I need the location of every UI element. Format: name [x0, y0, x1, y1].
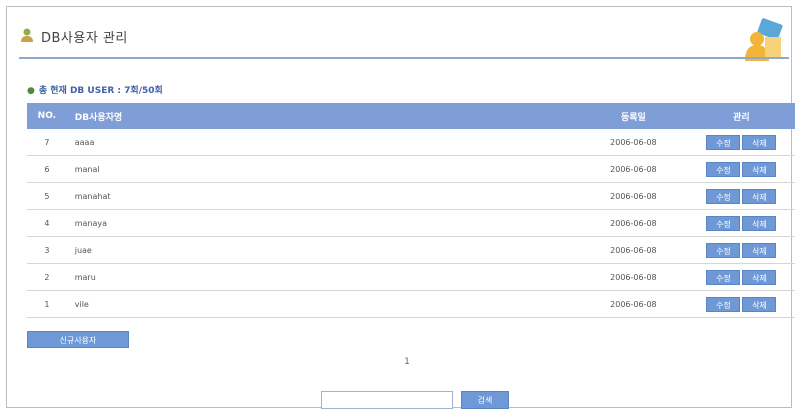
search-input[interactable] [321, 391, 453, 409]
row-user-name: vile [66, 290, 579, 318]
user-count-text: 총 현재 DB USER : 7회/50회 [38, 86, 163, 96]
table-row: 2 maru 2006-06-08 수정 삭제 [27, 263, 795, 291]
new-user-button[interactable]: 신규사용자 [27, 331, 129, 348]
row-date: 2006-06-08 [578, 290, 688, 318]
delete-button[interactable]: 삭제 [742, 242, 777, 258]
table-row: 3 juae 2006-06-08 수정 삭제 [27, 236, 795, 264]
row-actions: 수정 삭제 [687, 209, 795, 237]
row-actions: 수정 삭제 [687, 236, 795, 264]
row-user-name: manahat [66, 182, 579, 210]
edit-button[interactable]: 수정 [706, 188, 741, 204]
row-user-name: manal [66, 155, 579, 183]
title-divider [19, 57, 789, 59]
edit-button[interactable]: 수정 [706, 215, 741, 231]
row-no: 1 [27, 290, 67, 318]
search-button[interactable]: 검색 [461, 391, 509, 409]
row-date: 2006-06-08 [578, 236, 688, 264]
pagination-current-page[interactable]: 1 [397, 357, 417, 367]
row-user-name: juae [66, 236, 579, 264]
table-row: 4 manaya 2006-06-08 수정 삭제 [27, 209, 795, 237]
user-count-summary: ● 총 현재 DB USER : 7회/50회 [27, 83, 163, 96]
delete-button[interactable]: 삭제 [742, 188, 777, 204]
edit-button[interactable]: 수정 [706, 161, 741, 177]
row-date: 2006-06-08 [578, 129, 688, 156]
row-user-name: maru [66, 263, 579, 291]
delete-button[interactable]: 삭제 [742, 215, 777, 231]
row-no: 5 [27, 182, 67, 210]
delete-button[interactable]: 삭제 [742, 296, 777, 312]
bullet-icon: ● [27, 86, 35, 96]
table-row: 5 manahat 2006-06-08 수정 삭제 [27, 182, 795, 210]
table-row: 6 manal 2006-06-08 수정 삭제 [27, 155, 795, 183]
user-card-illustration-icon [745, 18, 783, 61]
db-user-table: NO. DB사용자명 등록일 관리 7 aaaa 2006-06-08 수정 삭제… [27, 103, 795, 318]
row-date: 2006-06-08 [578, 155, 688, 183]
delete-button[interactable]: 삭제 [742, 134, 777, 150]
row-actions: 수정 삭제 [687, 129, 795, 156]
row-date: 2006-06-08 [578, 182, 688, 210]
column-header-actions: 관리 [687, 103, 795, 129]
row-no: 2 [27, 263, 67, 291]
table-row: 1 vile 2006-06-08 수정 삭제 [27, 290, 795, 318]
row-no: 3 [27, 236, 67, 264]
page-frame: DB사용자 관리 ● 총 현재 DB USER : 7회/50회 NO. DB사용… [6, 6, 795, 409]
user-icon [21, 28, 33, 42]
page-header: DB사용자 관리 [19, 18, 789, 65]
row-date: 2006-06-08 [578, 263, 688, 291]
edit-button[interactable]: 수정 [706, 242, 741, 258]
edit-button[interactable]: 수정 [706, 296, 741, 312]
row-actions: 수정 삭제 [687, 290, 795, 318]
row-actions: 수정 삭제 [687, 155, 795, 183]
row-no: 6 [27, 155, 67, 183]
page-title: DB사용자 관리 [41, 31, 128, 46]
edit-button[interactable]: 수정 [706, 269, 741, 285]
row-user-name: manaya [66, 209, 579, 237]
row-actions: 수정 삭제 [687, 263, 795, 291]
row-date: 2006-06-08 [578, 209, 688, 237]
delete-button[interactable]: 삭제 [742, 161, 777, 177]
row-actions: 수정 삭제 [687, 182, 795, 210]
column-header-name: DB사용자명 [66, 103, 579, 129]
table-row: 7 aaaa 2006-06-08 수정 삭제 [27, 129, 795, 156]
row-no: 4 [27, 209, 67, 237]
row-user-name: aaaa [66, 129, 579, 156]
column-header-date: 등록일 [578, 103, 688, 129]
column-header-no: NO. [27, 103, 67, 129]
row-no: 7 [27, 129, 67, 156]
edit-button[interactable]: 수정 [706, 134, 741, 150]
table-header-row: NO. DB사용자명 등록일 관리 [27, 103, 795, 129]
delete-button[interactable]: 삭제 [742, 269, 777, 285]
